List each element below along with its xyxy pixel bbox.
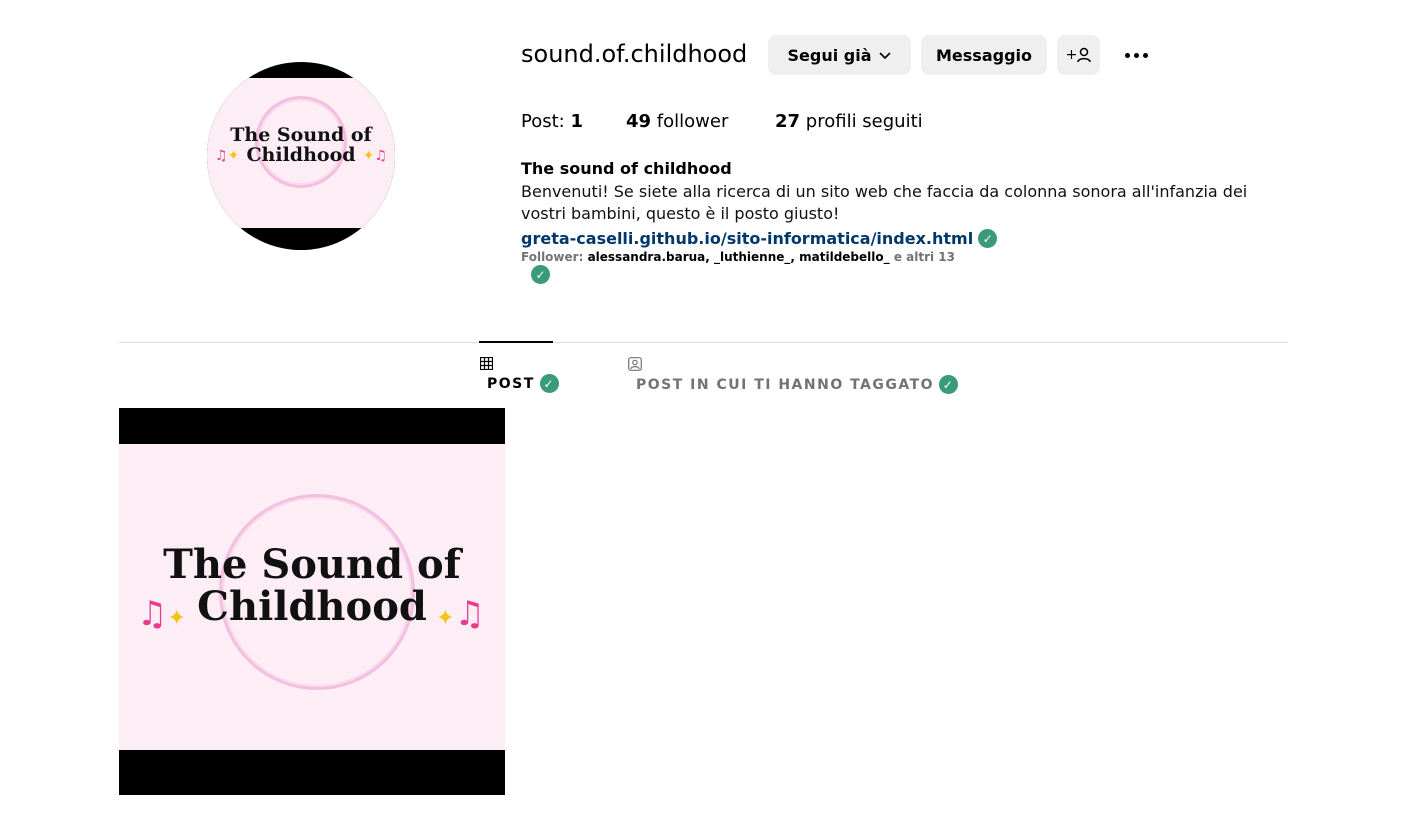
- posts-value: 1: [570, 111, 583, 132]
- followed-by-more: e altri 13: [893, 250, 955, 264]
- bio-link[interactable]: greta-caselli.github.io/sito-informatica…: [521, 229, 998, 248]
- posts-count: Post: 1: [521, 111, 583, 132]
- bio-text: Benvenuti! Se siete alla ricerca di un s…: [521, 182, 1248, 223]
- grid-icon: [480, 357, 493, 370]
- check-icon: ✓: [539, 374, 559, 393]
- music-notes-icon: ♫✦: [137, 594, 186, 634]
- followers-value: 49: [626, 111, 652, 132]
- followers-label: follower: [656, 111, 729, 132]
- following-count[interactable]: 27 profili seguiti: [775, 111, 923, 132]
- followed-by-names: alessandra.barua, _luthienne_, matildebe…: [587, 250, 890, 264]
- tab-posts[interactable]: POST ✓: [480, 357, 559, 393]
- following-label: profili seguiti: [805, 111, 923, 132]
- avatar-logo-line1: The Sound of: [230, 124, 372, 146]
- profile-avatar[interactable]: The Sound of Childhood ♫✦ ✦♫: [207, 62, 395, 250]
- active-tab-indicator: [479, 341, 553, 343]
- more-options-icon[interactable]: [1118, 44, 1154, 66]
- avatar-logo: The Sound of Childhood ♫✦ ✦♫: [207, 78, 395, 228]
- bio-name: The sound of childhood: [521, 159, 732, 178]
- tabs-divider: [119, 342, 1288, 343]
- tab-tagged-label: POST IN CUI TI HANNO TAGGATO: [636, 376, 935, 393]
- chevron-down-icon: [878, 52, 891, 60]
- following-value: 27: [775, 111, 801, 132]
- music-notes-icon: ✦♫: [362, 148, 387, 164]
- check-icon: ✓: [939, 375, 959, 394]
- tagged-icon: [628, 357, 642, 371]
- post-logo-line1: The Sound of: [163, 541, 461, 588]
- post-logo: The Sound of Childhood ♫✦ ✦♫: [119, 444, 505, 750]
- following-button-label: Segui già: [787, 45, 872, 65]
- posts-label: Post:: [521, 111, 565, 132]
- followed-by-label: Follower:: [521, 250, 584, 264]
- message-button-label: Messaggio: [936, 45, 1032, 65]
- music-notes-icon: ✦♫: [436, 594, 485, 634]
- music-notes-icon: ♫✦: [215, 148, 240, 164]
- person-icon: [1077, 47, 1092, 63]
- following-button[interactable]: Segui già: [768, 35, 911, 75]
- profile-username: sound.of.childhood: [521, 40, 748, 68]
- post-thumbnail[interactable]: The Sound of Childhood ♫✦ ✦♫: [119, 408, 505, 795]
- check-icon: ✓: [978, 229, 998, 248]
- check-icon: ✓: [531, 265, 550, 284]
- message-button[interactable]: Messaggio: [921, 35, 1047, 75]
- add-user-button[interactable]: +: [1057, 35, 1100, 75]
- tab-tagged[interactable]: POST IN CUI TI HANNO TAGGATO ✓: [628, 357, 959, 394]
- tab-posts-label: POST: [487, 375, 535, 392]
- followed-by[interactable]: Follower: alessandra.barua, _luthienne_,…: [521, 250, 955, 264]
- followers-count[interactable]: 49 follower: [626, 111, 728, 132]
- bio-link-text: greta-caselli.github.io/sito-informatica…: [521, 229, 974, 248]
- plus-label: +: [1065, 47, 1078, 63]
